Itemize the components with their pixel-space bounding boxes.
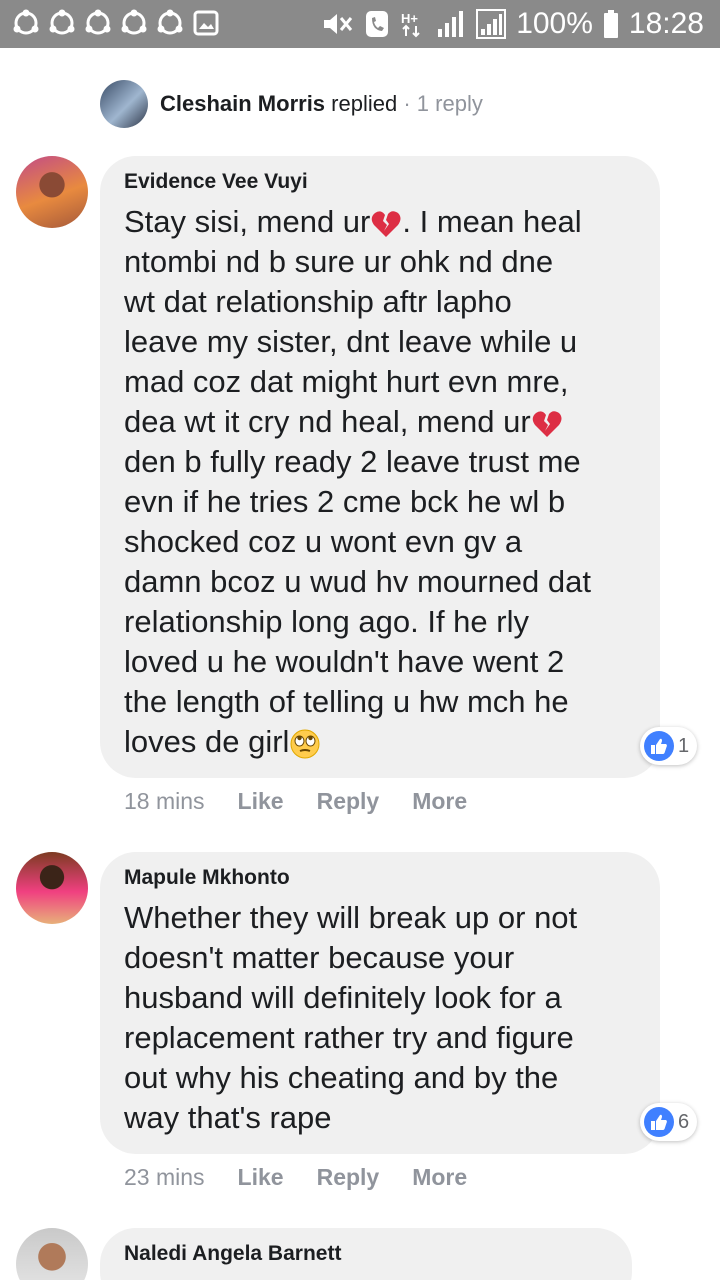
reply-button[interactable]: Reply [317, 1162, 380, 1192]
comment-text: Whether they will break up or not doesn'… [124, 898, 636, 1138]
reaction-count-badge[interactable]: 6 [640, 1103, 698, 1141]
comment-bubble[interactable]: Evidence Vee Vuyi Stay sisi, mend ur . I … [100, 156, 660, 778]
comment-author[interactable]: Naledi Angela Barnett [124, 1240, 608, 1268]
comment-timestamp[interactable]: 18 mins [124, 786, 205, 816]
like-icon [644, 731, 674, 761]
reply-button[interactable]: Reply [317, 786, 380, 816]
comment-line: the length of telling u hw mch he [124, 684, 569, 719]
more-button[interactable]: More [412, 1162, 467, 1192]
broken-heart-emoji [372, 211, 401, 237]
reply-count[interactable]: 1 reply [417, 91, 483, 116]
comment-line: damn bcoz u wud hv mourned dat [124, 564, 591, 599]
comment-line: wt dat relationship aftr lapho [124, 284, 512, 319]
more-button[interactable]: More [412, 786, 467, 816]
comment-actions: 23 mins Like Reply More [124, 1162, 500, 1192]
comment-line: replacement rather try and figure [124, 1020, 574, 1055]
comment-line: husband will definitely look for a [124, 980, 562, 1015]
sync-icon [120, 9, 148, 37]
comment-line: mad coz dat might hurt evn mre, [124, 364, 569, 399]
comment-line: loves de girl [124, 724, 290, 759]
reply-verb: replied [331, 91, 398, 116]
comment-line: . I mean heal [402, 204, 582, 239]
comment-line: way that's rape [124, 1100, 332, 1135]
comment-line: relationship long ago. If he rly [124, 604, 529, 639]
comment-line: den b fully ready 2 leave trust me [124, 444, 581, 479]
comment-line: loved u he wouldn't have went 2 [124, 644, 565, 679]
reply-separator: · [403, 91, 411, 116]
broken-heart-emoji [532, 411, 562, 437]
avatar[interactable] [100, 80, 148, 128]
reaction-count-badge[interactable]: 1 [640, 727, 698, 765]
comment-bubble[interactable]: Naledi Angela Barnett [100, 1228, 632, 1280]
like-button[interactable]: Like [238, 786, 284, 816]
reply-summary[interactable]: Cleshain Morris replied · 1 reply [160, 90, 483, 118]
battery-percent: 100% [516, 7, 593, 40]
comment-line: doesn't matter because your [124, 940, 515, 975]
reply-thread-header[interactable]: Cleshain Morris replied · 1 reply [100, 80, 483, 128]
comment-author[interactable]: Mapule Mkhonto [124, 864, 636, 892]
comment-author[interactable]: Evidence Vee Vuyi [124, 168, 636, 196]
comment-line: Stay sisi, mend ur [124, 204, 371, 239]
svg-text:H+: H+ [401, 11, 418, 26]
like-button[interactable]: Like [238, 1162, 284, 1192]
sync-icon [84, 9, 112, 37]
avatar[interactable] [16, 156, 88, 228]
comment-line: evn if he tries 2 cme bck he wl b [124, 484, 566, 519]
reaction-count: 1 [678, 734, 690, 757]
signal-icon [436, 9, 466, 39]
mute-icon [320, 9, 354, 39]
comment-timestamp[interactable]: 23 mins [124, 1162, 205, 1192]
avatar[interactable] [16, 1228, 88, 1280]
clock: 18:28 [628, 7, 704, 40]
sync-icon [12, 9, 40, 37]
comment-actions: 18 mins Like Reply More [124, 786, 500, 816]
comment-line: leave my sister, dnt leave while u [124, 324, 578, 359]
call-icon [364, 9, 390, 39]
comment-line: Whether they will break up or not [124, 900, 578, 935]
comment-line: shocked coz u wont evn gv a [124, 524, 523, 559]
gallery-icon [192, 9, 220, 37]
comment-line: out why his cheating and by the [124, 1060, 559, 1095]
reply-author-name[interactable]: Cleshain Morris [160, 91, 325, 116]
notification-icons [12, 9, 220, 37]
reaction-count: 6 [678, 1110, 690, 1133]
comment-line: dea wt it cry nd heal, mend ur [124, 404, 531, 439]
comment-line: ntombi nd b sure ur ohk nd dne [124, 244, 554, 279]
status-bar: H+ 100% 18:28 [0, 0, 720, 48]
sync-icon [48, 9, 76, 37]
signal-icon [476, 9, 507, 39]
status-indicators: H+ 100% 18:28 [320, 6, 704, 42]
rolling-eyes-emoji [290, 729, 320, 759]
network-type-icon: H+ [400, 9, 426, 39]
comment-bubble[interactable]: Mapule Mkhonto Whether they will break u… [100, 852, 660, 1154]
avatar[interactable] [16, 852, 88, 924]
sync-icon [156, 9, 184, 37]
like-icon [644, 1107, 674, 1137]
comment-text: Stay sisi, mend ur . I mean heal ntombi n… [124, 202, 636, 762]
battery-icon [603, 9, 619, 39]
